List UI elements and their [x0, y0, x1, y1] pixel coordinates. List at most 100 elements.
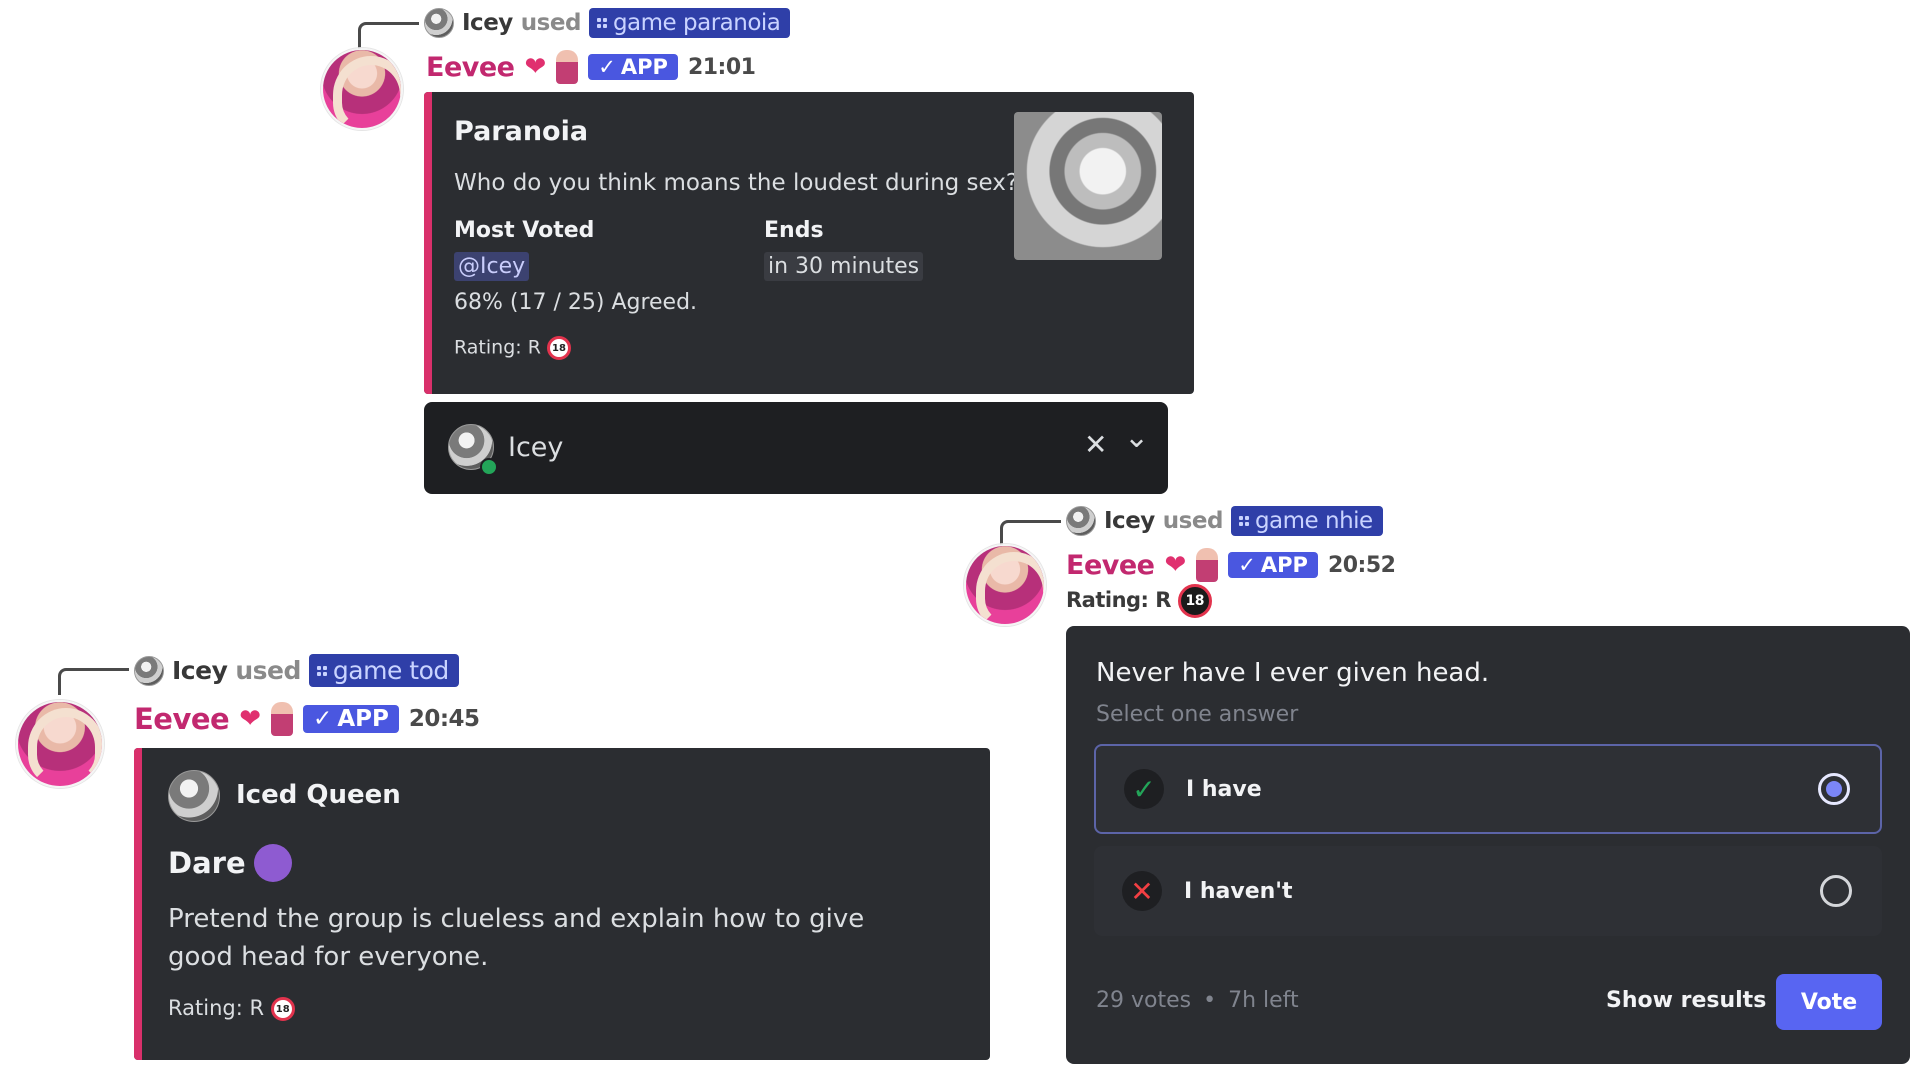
- avatar[interactable]: [134, 655, 164, 686]
- command-usage-line: Icey used game tod: [134, 654, 459, 687]
- avatar[interactable]: [321, 48, 403, 130]
- timestamp[interactable]: 20:52: [1328, 553, 1396, 578]
- devil-emoji-icon: [253, 844, 292, 882]
- radio-unselected[interactable]: [1820, 875, 1852, 907]
- role-icon: [1196, 548, 1219, 582]
- embed-dare-text: Pretend the group is clueless and explai…: [168, 904, 865, 972]
- used-label: used: [235, 656, 301, 685]
- timestamp[interactable]: 21:01: [688, 55, 756, 80]
- rating-text: Rating: R: [454, 336, 541, 359]
- app-badge: ✓ APP: [303, 705, 399, 733]
- role-icon: [271, 702, 294, 736]
- checkmark-icon: ✓: [313, 706, 333, 732]
- embed-title-text: Dare: [168, 846, 246, 880]
- vote-button[interactable]: Vote: [1776, 974, 1882, 1030]
- app-badge-label: APP: [620, 55, 668, 79]
- role-icon: [556, 50, 579, 84]
- app-badge-label: APP: [1260, 553, 1308, 577]
- ends-value: in 30 minutes: [764, 252, 924, 281]
- app-command-icon: [1238, 516, 1249, 526]
- rating-line: Rating: R 18: [168, 996, 295, 1021]
- mention-icey[interactable]: @Icey: [454, 252, 530, 281]
- time-left: 7h left: [1228, 988, 1299, 1013]
- radio-selected[interactable]: [1818, 773, 1850, 805]
- nhie-poll: Never have I ever given head. Select one…: [1066, 626, 1910, 1064]
- ends-value-text: in 30 minutes: [764, 252, 924, 281]
- command-name: game nhie: [1254, 508, 1373, 534]
- embed-title: Dare: [168, 844, 292, 882]
- adult-18-icon: 18: [546, 336, 571, 360]
- answer-label: I haven't: [1184, 878, 1293, 904]
- embed-accent-bar: [424, 92, 432, 394]
- poll-footer: 29 votes • 7h left: [1096, 988, 1299, 1013]
- heart-icon: ❤: [1164, 550, 1187, 580]
- app-badge-label: APP: [337, 706, 389, 732]
- command-user[interactable]: Icey: [462, 10, 513, 36]
- reply-connector: [1000, 520, 1061, 547]
- author-name[interactable]: Eevee: [426, 52, 515, 83]
- avatar: [168, 770, 220, 822]
- poll-hint: Select one answer: [1096, 702, 1299, 727]
- timestamp[interactable]: 20:45: [409, 706, 480, 732]
- paranoia-embed: Paranoia Who do you think moans the loud…: [424, 92, 1194, 394]
- author-name[interactable]: Eevee: [1066, 550, 1155, 581]
- embed-question: Who do you think moans the loudest durin…: [454, 170, 1019, 196]
- heart-icon: ❤: [524, 52, 547, 82]
- embed-accent-bar: [134, 748, 142, 1060]
- truth-or-dare-embed: Iced Queen Dare Pretend the group is clu…: [134, 748, 990, 1060]
- command-user[interactable]: Icey: [1104, 508, 1155, 534]
- vote-count: 29 votes: [1096, 988, 1192, 1013]
- online-status-icon: [480, 458, 498, 476]
- x-icon: ✕: [1122, 871, 1162, 911]
- field-most-voted-label: Most Voted: [454, 218, 595, 243]
- agreed-stat: 68% (17 / 25) Agreed.: [454, 290, 698, 315]
- reply-connector: [358, 22, 419, 49]
- command-chip[interactable]: game paranoia: [588, 8, 791, 38]
- command-name: game tod: [332, 656, 449, 685]
- embed-title: Paranoia: [454, 116, 589, 147]
- user-select-menu[interactable]: Icey ✕ ⌄: [424, 402, 1168, 494]
- most-voted-mention[interactable]: @Icey: [454, 252, 530, 281]
- app-command-icon: [316, 665, 327, 676]
- adult-18-icon: 18: [270, 997, 295, 1021]
- command-user[interactable]: Icey: [172, 656, 228, 685]
- embed-author[interactable]: Iced Queen: [236, 780, 401, 810]
- command-usage-line: Icey used game paranoia: [424, 8, 791, 38]
- chevron-down-icon[interactable]: ⌄: [1124, 420, 1149, 455]
- poll-question: Never have I ever given head.: [1096, 658, 1490, 688]
- avatar[interactable]: [964, 544, 1046, 626]
- app-badge: ✓ APP: [588, 54, 678, 80]
- selected-user: Icey: [508, 432, 564, 463]
- check-icon: ✓: [1124, 769, 1164, 809]
- rating-line: Rating: R 18: [454, 336, 571, 360]
- command-chip[interactable]: game tod: [308, 654, 459, 687]
- reply-connector: [58, 668, 129, 695]
- checkmark-icon: ✓: [1238, 553, 1256, 577]
- avatar[interactable]: [16, 700, 104, 788]
- poll-answer-i-have[interactable]: ✓ I have: [1094, 744, 1882, 834]
- app-badge: ✓ APP: [1228, 552, 1318, 578]
- rating-text: Rating: R: [1066, 588, 1171, 612]
- message-header: Eevee ❤ ✓ APP 20:52: [1066, 548, 1396, 582]
- rating-text: Rating: R: [168, 996, 265, 1020]
- author-name[interactable]: Eevee: [134, 702, 230, 736]
- rating-line: Rating: R 18: [1066, 584, 1212, 618]
- embed-thumbnail[interactable]: [1014, 112, 1162, 260]
- separator: •: [1203, 988, 1217, 1013]
- avatar[interactable]: [1066, 506, 1096, 536]
- command-name: game paranoia: [612, 10, 781, 36]
- message-header: Eevee ❤ ✓ APP 20:45: [134, 702, 480, 736]
- poll-answer-i-havent[interactable]: ✕ I haven't: [1094, 846, 1882, 936]
- field-ends-label: Ends: [764, 218, 824, 243]
- checkmark-icon: ✓: [598, 55, 616, 79]
- used-label: used: [1162, 508, 1224, 534]
- command-chip[interactable]: game nhie: [1230, 506, 1383, 536]
- adult-18-icon: 18: [1177, 584, 1212, 618]
- heart-icon: ❤: [239, 704, 262, 734]
- answer-label: I have: [1186, 776, 1262, 802]
- command-usage-line: Icey used game nhie: [1066, 506, 1383, 536]
- app-command-icon: [596, 18, 607, 28]
- show-results-button[interactable]: Show results: [1606, 988, 1766, 1013]
- close-icon[interactable]: ✕: [1084, 428, 1107, 461]
- avatar[interactable]: [424, 8, 454, 38]
